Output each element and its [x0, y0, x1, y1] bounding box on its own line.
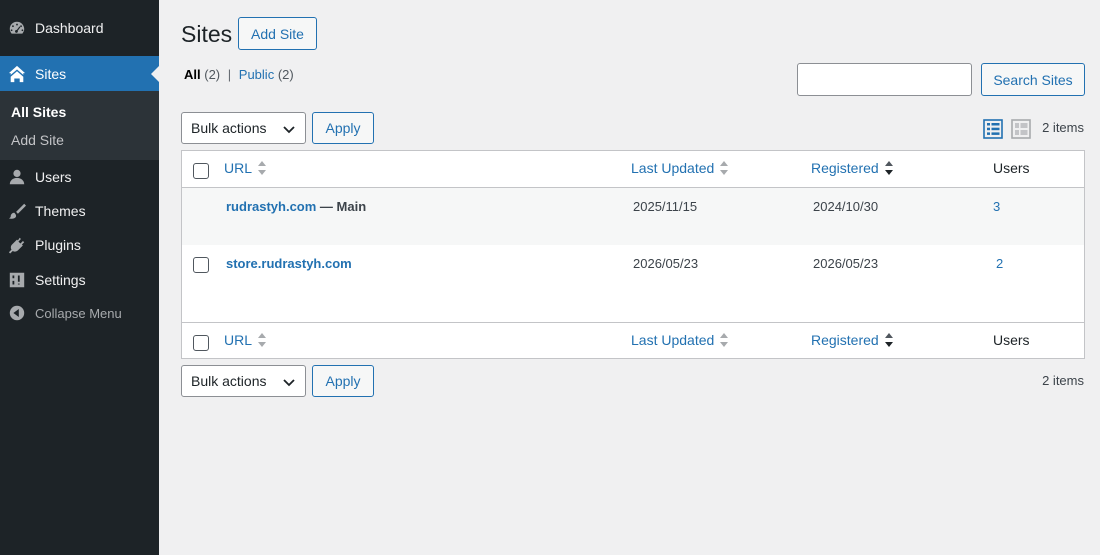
menu-label-users: Users	[35, 169, 72, 185]
bulk-actions-select-bottom[interactable]: Bulk actions	[181, 365, 306, 397]
users-icon	[7, 167, 27, 187]
users-count-link[interactable]: 2	[996, 256, 1003, 271]
column-header-users: Users	[993, 160, 1030, 176]
select-all-checkbox-bottom[interactable]	[193, 335, 209, 351]
apply-button-bottom[interactable]: Apply	[312, 365, 374, 397]
table-row: store.rudrastyh.com 2026/05/23 2026/05/2…	[182, 245, 1084, 322]
bulk-actions-select-top[interactable]: Bulk actions	[181, 112, 306, 144]
sort-icon	[258, 333, 267, 347]
menu-item-dashboard[interactable]: Dashboard	[0, 11, 159, 45]
status-filter-links: All (2) | Public (2)	[184, 67, 294, 82]
site-url-cell: store.rudrastyh.com	[226, 256, 352, 271]
sort-icon	[720, 333, 729, 347]
menu-label-plugins: Plugins	[35, 237, 81, 253]
items-count-top: 2 items	[1042, 120, 1084, 135]
table-header: URL Last Updated Registered Users	[182, 151, 1084, 188]
collapse-menu-label: Collapse Menu	[35, 305, 122, 321]
add-site-button[interactable]: Add Site	[238, 17, 317, 50]
site-link[interactable]: store.rudrastyh.com	[226, 256, 352, 271]
menu-label-dashboard: Dashboard	[35, 20, 104, 36]
filter-public-link[interactable]: Public	[239, 67, 274, 82]
site-url-cell: rudrastyh.com — Main	[226, 199, 366, 214]
page-title: Sites	[181, 21, 233, 47]
menu-item-themes[interactable]: Themes	[0, 194, 159, 228]
excerpt-view-icon[interactable]	[1011, 119, 1031, 139]
column-header-url[interactable]: URL	[224, 160, 267, 176]
column-footer-users: Users	[993, 332, 1030, 348]
column-label-registered: Registered	[811, 332, 879, 348]
last-updated-cell: 2025/11/15	[633, 199, 698, 214]
sort-icon	[258, 161, 267, 175]
sort-desc-icon	[884, 161, 893, 175]
column-footer-registered[interactable]: Registered	[811, 332, 894, 348]
settings-sliders-icon	[7, 270, 27, 290]
paintbrush-icon	[7, 201, 27, 221]
site-main-label: — Main	[316, 199, 367, 214]
submenu-item-all-sites[interactable]: All Sites	[11, 104, 66, 120]
collapse-arrow-icon	[7, 303, 27, 323]
last-updated-cell: 2026/05/23	[633, 256, 699, 271]
filter-separator: |	[227, 67, 232, 82]
search-sites-button[interactable]: Search Sites	[981, 63, 1085, 96]
menu-item-sites[interactable]: Sites	[0, 56, 159, 91]
filter-all-count: (2)	[204, 67, 221, 82]
site-link[interactable]: rudrastyh.com	[226, 199, 316, 214]
registered-cell: 2024/10/30	[813, 199, 879, 214]
column-label-last-updated: Last Updated	[631, 160, 715, 176]
filter-public-count: (2)	[277, 67, 294, 82]
sites-submenu: All Sites Add Site	[0, 91, 159, 160]
collapse-menu-button[interactable]: Collapse Menu	[0, 297, 159, 329]
table-row: rudrastyh.com — Main 2025/11/15 2024/10/…	[182, 188, 1084, 245]
sites-table: URL Last Updated Registered Users rudras…	[181, 150, 1085, 359]
column-header-registered[interactable]: Registered	[811, 160, 894, 176]
menu-label-themes: Themes	[35, 203, 86, 219]
menu-item-settings[interactable]: Settings	[0, 262, 159, 297]
column-label-url: URL	[224, 160, 253, 176]
users-count-link[interactable]: 3	[993, 199, 1000, 214]
admin-sidebar: Dashboard Sites All Sites Add Site Users…	[0, 0, 159, 555]
active-indicator-arrow	[151, 65, 159, 82]
menu-label-sites: Sites	[35, 65, 67, 82]
list-view-icon[interactable]	[983, 119, 1003, 139]
column-label-registered: Registered	[811, 160, 879, 176]
chevron-down-icon	[283, 126, 295, 134]
menu-label-settings: Settings	[35, 271, 86, 288]
table-footer: URL Last Updated Registered Users	[182, 322, 1084, 359]
column-label-url: URL	[224, 332, 253, 348]
row-checkbox[interactable]	[193, 257, 209, 273]
column-label-last-updated: Last Updated	[631, 332, 715, 348]
chevron-down-icon	[283, 379, 295, 387]
submenu-item-add-site[interactable]: Add Site	[11, 132, 64, 148]
column-footer-last-updated[interactable]: Last Updated	[631, 332, 729, 348]
bulk-actions-value: Bulk actions	[191, 373, 267, 389]
menu-item-plugins[interactable]: Plugins	[0, 228, 159, 262]
search-sites-input[interactable]	[797, 63, 972, 96]
bulk-actions-value: Bulk actions	[191, 120, 267, 136]
plugin-icon	[7, 235, 27, 255]
registered-cell: 2026/05/23	[813, 256, 879, 271]
apply-button-top[interactable]: Apply	[312, 112, 374, 144]
select-all-checkbox[interactable]	[193, 163, 209, 179]
sites-icon	[7, 64, 27, 84]
column-footer-url[interactable]: URL	[224, 332, 267, 348]
dashboard-icon	[7, 18, 27, 38]
sort-icon	[720, 161, 729, 175]
items-count-bottom: 2 items	[1042, 373, 1084, 388]
column-header-last-updated[interactable]: Last Updated	[631, 160, 729, 176]
filter-all-link[interactable]: All	[184, 67, 201, 82]
sort-desc-icon	[884, 333, 893, 347]
menu-item-users[interactable]: Users	[0, 160, 159, 194]
